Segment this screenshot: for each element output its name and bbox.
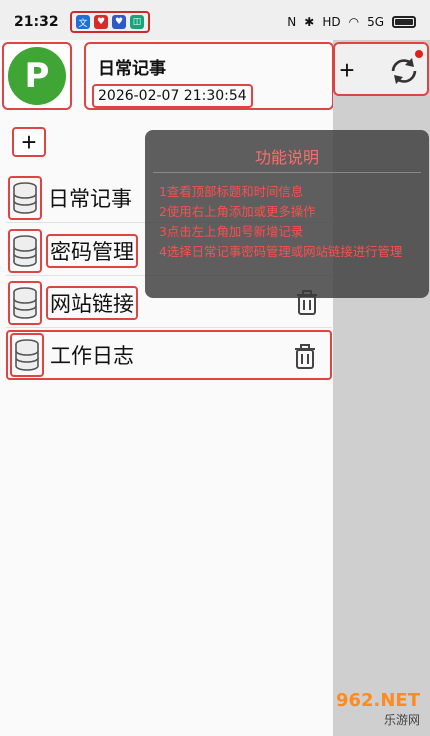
status-time: 21:32 <box>14 14 59 30</box>
dialog-line: 3点击左上角加号新增记录 <box>159 224 304 239</box>
status-bar: 21:32 文 ♥ ♥ ◫ N ✱ HD ◠ 5G <box>0 0 430 44</box>
list-item-label: 日常记事 <box>48 186 132 211</box>
help-dialog: 功能说明 1查看顶部标题和时间信息 2使用右上角添加或更多操作 3点击左上角加号… <box>145 130 429 298</box>
list-item-label: 网站链接 <box>46 285 138 320</box>
nfc-icon: N <box>287 15 297 29</box>
page-title: 日常记事 <box>98 59 166 79</box>
header-datetime: 2026-02-07 21:30:54 <box>92 84 253 108</box>
database-icon <box>8 228 42 273</box>
app-icon-1: 文 <box>76 15 90 29</box>
notification-dot <box>415 50 423 58</box>
dialog-line: 4选择日常记事密码管理或网站链接进行管理 <box>159 244 403 259</box>
system-icons: N ✱ HD ◠ 5G <box>287 15 416 29</box>
watermark-bottom: 乐游网 <box>383 713 420 727</box>
app-screen: 21:32 文 ♥ ♥ ◫ N ✱ HD ◠ 5G P 日常记事 2026-02… <box>0 0 430 736</box>
sidebar-add-button[interactable]: + <box>335 52 359 88</box>
title-area: 日常记事 2026-02-07 21:30:54 <box>84 42 334 110</box>
database-icon <box>8 175 42 220</box>
dialog-line: 1查看顶部标题和时间信息 <box>159 184 304 199</box>
list-item-label: 工作日志 <box>50 344 134 368</box>
wifi-icon: ◠ <box>348 15 360 29</box>
dialog-title: 功能说明 <box>254 148 319 167</box>
app-icon-3: ♥ <box>112 15 126 29</box>
watermark-top: 962.NET <box>335 690 420 711</box>
5g-signal-icon: 5G <box>367 15 384 29</box>
app-logo[interactable]: P <box>2 42 72 110</box>
list-item-work-log[interactable]: 工作日志 <box>6 330 332 380</box>
app-icon-2: ♥ <box>94 15 108 29</box>
watermark: 962.NET 乐游网 <box>290 688 426 730</box>
hd-icon: HD <box>322 15 341 29</box>
bluetooth-icon: ✱ <box>304 15 315 29</box>
list-item-label: 密码管理 <box>46 233 138 268</box>
dialog-divider <box>153 172 421 173</box>
dialog-line: 2使用右上角添加或更多操作 <box>159 204 316 219</box>
sidebar-toolbar: + <box>333 42 429 96</box>
dialog-content: 1查看顶部标题和时间信息 2使用右上角添加或更多操作 3点击左上角加号新增记录 … <box>159 182 427 262</box>
database-icon <box>8 280 42 325</box>
refresh-icon[interactable] <box>387 54 421 88</box>
battery-icon <box>392 16 416 28</box>
trash-icon[interactable] <box>294 344 316 374</box>
app-icon-4: ◫ <box>130 15 144 29</box>
add-record-button[interactable]: + <box>12 127 46 157</box>
database-icon <box>10 333 44 377</box>
logo-icon: P <box>8 47 66 105</box>
app-header: P 日常记事 2026-02-07 21:30:54 <box>0 40 335 112</box>
notification-icons: 文 ♥ ♥ ◫ <box>70 11 150 33</box>
